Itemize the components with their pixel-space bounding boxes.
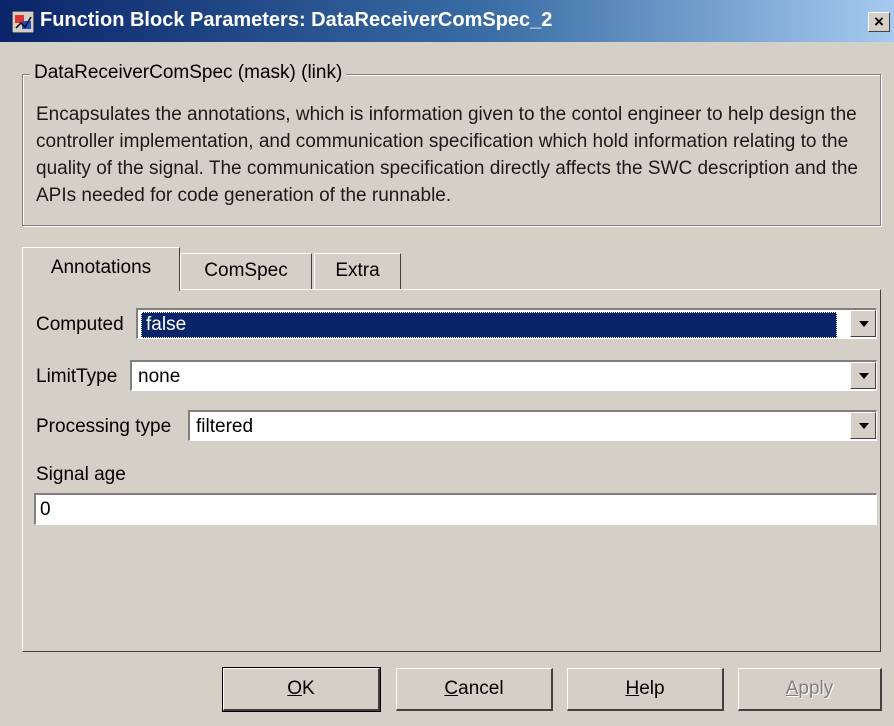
signal-age-label: Signal age: [36, 464, 126, 485]
simulink-block-icon: [12, 11, 34, 33]
signal-age-input[interactable]: 0: [34, 493, 877, 525]
apply-button-mnemonic: A: [785, 678, 799, 699]
mask-description: Encapsulates the annotations, which is i…: [36, 104, 859, 206]
tab-comspec-label: ComSpec: [204, 260, 288, 281]
tab-annotations-label: Annotations: [50, 257, 152, 278]
computed-dropdown[interactable]: false: [136, 308, 877, 339]
tab-extra[interactable]: Extra: [314, 253, 401, 289]
processing-type-value: filtered: [196, 416, 254, 437]
computed-label: Computed: [36, 314, 124, 335]
cancel-button-label: ancel: [458, 678, 504, 699]
title-bar: Function Block Parameters: DataReceiverC…: [0, 0, 894, 42]
help-button-mnemonic: H: [625, 678, 640, 699]
tab-panel: [22, 289, 881, 652]
chevron-down-icon: [859, 423, 869, 429]
processing-type-dropdown-button[interactable]: [850, 412, 876, 439]
tab-comspec[interactable]: ComSpec: [180, 253, 312, 289]
processing-type-label: Processing type: [36, 416, 172, 437]
cancel-button[interactable]: Cancel: [396, 668, 553, 711]
tab-extra-label: Extra: [335, 260, 380, 281]
processing-type-dropdown[interactable]: filtered: [188, 410, 877, 441]
ok-button-mnemonic: O: [287, 678, 303, 699]
tab-annotations[interactable]: Annotations: [22, 247, 180, 291]
chevron-down-icon: [859, 321, 869, 327]
computed-value: false: [141, 312, 837, 338]
apply-button[interactable]: Apply: [738, 668, 882, 711]
chevron-down-icon: [859, 373, 869, 379]
help-button-label: elp: [639, 678, 665, 699]
close-button[interactable]: ×: [868, 12, 890, 32]
window-title: Function Block Parameters: DataReceiverC…: [40, 9, 553, 31]
ok-button-label: K: [302, 678, 315, 699]
limit-type-label: LimitType: [36, 366, 118, 387]
limit-type-value: none: [138, 366, 181, 387]
computed-dropdown-button[interactable]: [850, 310, 876, 337]
limit-type-dropdown[interactable]: none: [130, 360, 877, 391]
limit-type-dropdown-button[interactable]: [850, 362, 876, 389]
ok-button[interactable]: OK: [222, 667, 381, 712]
mask-group-label: DataReceiverComSpec (mask) (link): [30, 62, 347, 84]
signal-age-value: 0: [40, 499, 51, 520]
cancel-button-mnemonic: C: [444, 678, 459, 699]
help-button[interactable]: Help: [567, 668, 724, 711]
close-icon: ×: [874, 12, 884, 31]
apply-button-label: pply: [798, 678, 834, 699]
